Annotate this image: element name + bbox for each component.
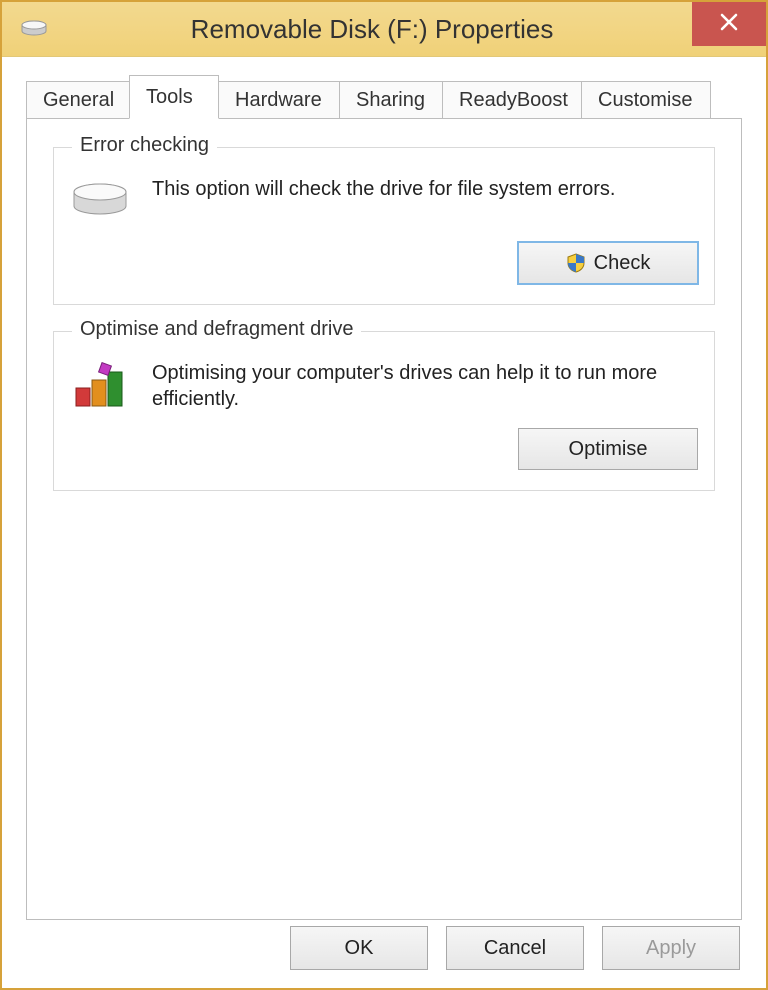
tab-general[interactable]: General [26,81,130,119]
tab-customise[interactable]: Customise [581,81,711,119]
title-bar[interactable]: Removable Disk (F:) Properties [2,2,766,57]
tab-tools[interactable]: Tools [129,75,219,119]
check-button[interactable]: Check [518,242,698,284]
cancel-button[interactable]: Cancel [446,926,584,970]
group-defragment: Optimise and defragment drive Optimising… [53,331,715,491]
drive-icon [20,19,48,39]
tab-hardware[interactable]: Hardware [218,81,340,119]
optimise-button-label: Optimise [569,438,648,461]
group-defragment-legend: Optimise and defragment drive [72,318,361,341]
group-defragment-desc: Optimising your computer's drives can he… [152,360,698,412]
tab-readyboost[interactable]: ReadyBoost [442,81,582,119]
apply-button[interactable]: Apply [602,926,740,970]
uac-shield-icon [566,253,586,273]
ok-button[interactable]: OK [290,926,428,970]
tab-panel-tools: Error checking This option will check th… [26,118,742,920]
drive-check-icon [70,178,130,226]
properties-window: Removable Disk (F:) Properties General T… [0,0,768,990]
window-title: Removable Disk (F:) Properties [62,14,692,45]
client-area: General Tools Hardware Sharing ReadyBoos… [2,57,766,938]
close-button[interactable] [692,2,766,46]
check-button-label: Check [594,252,651,275]
tab-strip: General Tools Hardware Sharing ReadyBoos… [26,75,742,119]
close-icon [720,10,738,38]
group-error-desc: This option will check the drive for fil… [152,176,698,202]
group-error-checking: Error checking This option will check th… [53,147,715,305]
defrag-icon [70,362,130,410]
dialog-footer: OK Cancel Apply [290,926,740,970]
group-error-legend: Error checking [72,134,217,157]
optimise-button[interactable]: Optimise [518,428,698,470]
tab-sharing[interactable]: Sharing [339,81,443,119]
